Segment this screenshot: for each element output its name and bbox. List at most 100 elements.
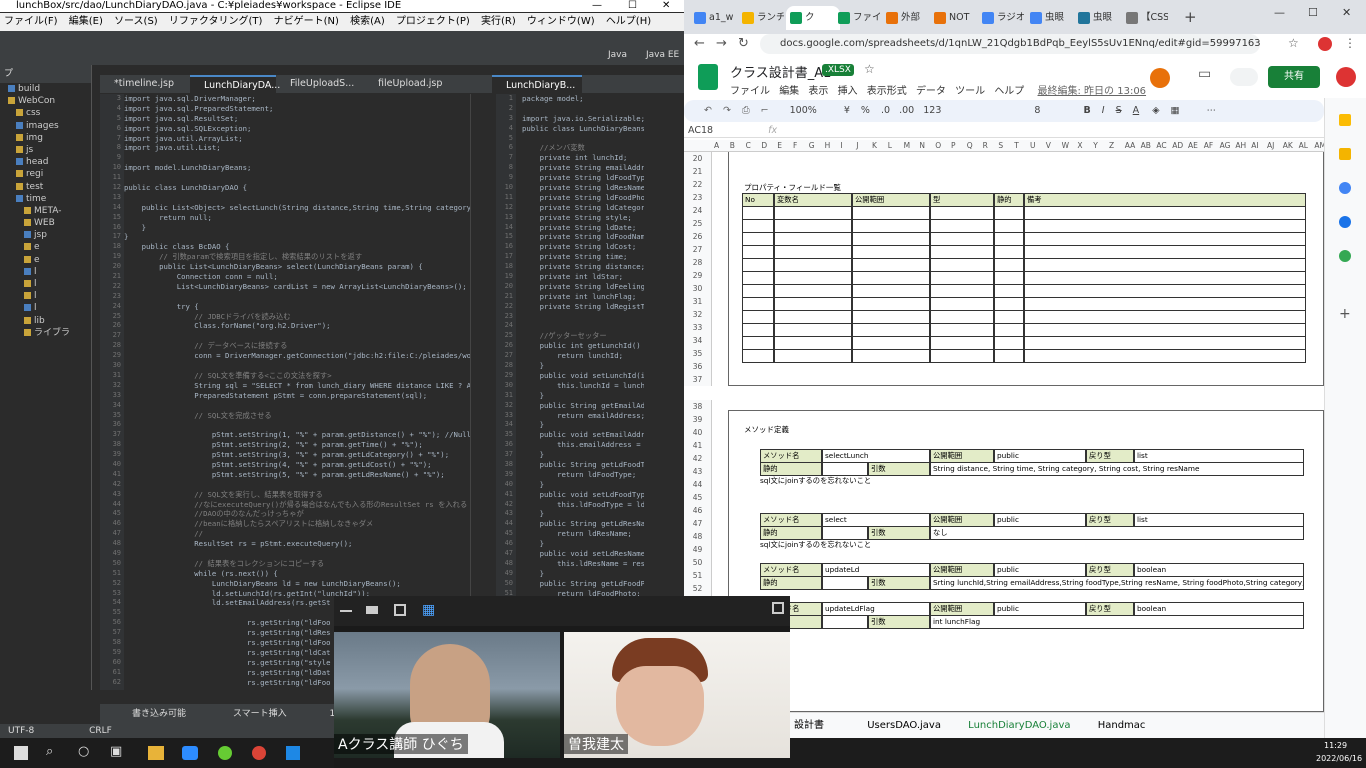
explorer-tab[interactable]: プ <box>0 65 91 83</box>
row-header[interactable]: 47 <box>684 517 712 530</box>
tab-lunchdiarydao[interactable]: LunchDiaryDA... <box>190 75 280 93</box>
prop-cell[interactable] <box>852 323 930 337</box>
share-button[interactable]: 共有 <box>1268 66 1320 88</box>
column-header[interactable]: K <box>872 140 877 151</box>
prop-cell[interactable] <box>774 232 852 246</box>
row-header[interactable]: 26 <box>684 230 712 243</box>
prop-cell[interactable] <box>930 297 994 311</box>
method-value-cell[interactable]: String distance, String time, String cat… <box>930 462 1304 476</box>
slack-icon[interactable] <box>218 746 232 760</box>
prop-cell[interactable] <box>742 284 774 298</box>
prop-cell[interactable] <box>774 349 852 363</box>
prop-cell[interactable] <box>994 219 1024 233</box>
prop-cell[interactable] <box>994 232 1024 246</box>
italic-icon[interactable]: I <box>1102 105 1105 116</box>
prop-cell[interactable] <box>930 271 994 285</box>
prop-cell[interactable] <box>994 258 1024 272</box>
tree-item[interactable]: l <box>0 290 91 302</box>
currency-icon[interactable]: ¥ <box>844 105 850 116</box>
maps-icon[interactable] <box>1339 250 1351 262</box>
tree-item[interactable]: WEB <box>0 217 91 229</box>
prop-cell[interactable] <box>852 349 930 363</box>
method-value-cell[interactable]: updateLdFlag <box>822 602 930 616</box>
prop-cell[interactable] <box>1024 336 1306 350</box>
last-edit[interactable]: 最終編集: 昨日の 13:06 <box>1038 86 1147 97</box>
row-header[interactable]: 30 <box>684 282 712 295</box>
perspective-javaee[interactable]: Java EE <box>646 50 679 60</box>
chrome-menu-icon[interactable]: ⋮ <box>1344 36 1356 50</box>
browser-close-button[interactable]: ✕ <box>1342 6 1351 19</box>
vscode-icon[interactable] <box>286 746 300 760</box>
prop-cell[interactable] <box>742 245 774 259</box>
prop-cell[interactable] <box>774 336 852 350</box>
prop-cell[interactable] <box>742 336 774 350</box>
undo-icon[interactable]: ↶ <box>704 105 712 116</box>
sheets-menu-format[interactable]: 表示形式 <box>867 86 907 97</box>
strikethrough-icon[interactable]: S <box>1116 105 1122 116</box>
column-header[interactable]: S <box>998 140 1003 151</box>
tasks-icon[interactable] <box>1339 148 1351 160</box>
method-value-cell[interactable]: なし <box>930 526 1304 540</box>
prop-cell[interactable] <box>774 258 852 272</box>
prop-cell[interactable] <box>994 284 1024 298</box>
row-header[interactable]: 25 <box>684 217 712 230</box>
close-button[interactable]: ✕ <box>662 0 670 12</box>
prop-cell[interactable] <box>742 232 774 246</box>
prop-cell[interactable] <box>742 271 774 285</box>
row-header[interactable]: 27 <box>684 243 712 256</box>
browser-tab[interactable]: 虫眼 <box>1074 6 1120 30</box>
row-header[interactable]: 28 <box>684 256 712 269</box>
calendar-icon[interactable] <box>1339 182 1351 194</box>
browser-tab[interactable]: 外部 <box>882 6 928 30</box>
method-value-cell[interactable]: selectLunch <box>822 449 930 463</box>
column-header[interactable]: AH <box>1235 140 1246 151</box>
tree-item[interactable]: build <box>0 83 91 95</box>
tree-item[interactable]: test <box>0 181 91 193</box>
prop-cell[interactable] <box>994 271 1024 285</box>
keep-icon[interactable] <box>1339 114 1351 126</box>
row-header[interactable]: 43 <box>684 465 712 478</box>
prop-cell[interactable] <box>1024 219 1306 233</box>
column-header[interactable]: T <box>1014 140 1019 151</box>
row-header[interactable]: 48 <box>684 530 712 543</box>
video-tile-teacher[interactable]: Aクラス講師 ひぐち <box>334 632 560 758</box>
column-header[interactable]: AG <box>1220 140 1231 151</box>
bold-icon[interactable]: B <box>1083 105 1090 116</box>
column-header[interactable]: AD <box>1172 140 1183 151</box>
tree-item[interactable]: ライブラ <box>0 327 91 339</box>
star-icon[interactable]: ☆ <box>1288 36 1299 50</box>
add-addon-icon[interactable]: + <box>1339 306 1351 322</box>
row-header[interactable]: 52 <box>684 582 712 595</box>
prop-cell[interactable] <box>774 284 852 298</box>
sheets-menu-tools[interactable]: ツール <box>955 86 985 97</box>
browser-tab[interactable]: ク <box>786 6 840 30</box>
perspective-java[interactable]: Java <box>608 50 627 60</box>
tree-item[interactable]: img <box>0 132 91 144</box>
tree-item[interactable]: head <box>0 156 91 168</box>
column-header[interactable]: A <box>714 140 719 151</box>
method-value-cell[interactable]: public <box>994 513 1086 527</box>
column-header[interactable]: H <box>825 140 831 151</box>
column-header[interactable]: AA <box>1125 140 1135 151</box>
chrome-taskbar-icon[interactable] <box>252 746 266 760</box>
row-header[interactable]: 24 <box>684 204 712 217</box>
column-header[interactable]: Z <box>1109 140 1114 151</box>
column-header[interactable]: W <box>1062 140 1069 151</box>
row-header[interactable]: 41 <box>684 439 712 452</box>
row-header[interactable]: 45 <box>684 491 712 504</box>
method-value-cell[interactable] <box>822 615 868 629</box>
tree-item[interactable]: regi <box>0 168 91 180</box>
row-header[interactable]: 36 <box>684 360 712 373</box>
start-icon[interactable] <box>14 746 28 760</box>
menu-project[interactable]: プロジェクト(P) <box>396 16 470 27</box>
prop-cell[interactable] <box>1024 284 1306 298</box>
prop-cell[interactable] <box>742 349 774 363</box>
method-value-cell[interactable]: boolean <box>1134 602 1304 616</box>
column-header[interactable]: G <box>809 140 815 151</box>
browser-tab[interactable]: a1_w <box>690 6 736 30</box>
forward-icon[interactable]: → <box>716 36 727 51</box>
method-value-cell[interactable]: updateLd <box>822 563 930 577</box>
sheets-menu-help[interactable]: ヘルプ <box>994 86 1024 97</box>
prop-cell[interactable] <box>742 310 774 324</box>
minimize-button[interactable]: — <box>592 0 602 12</box>
